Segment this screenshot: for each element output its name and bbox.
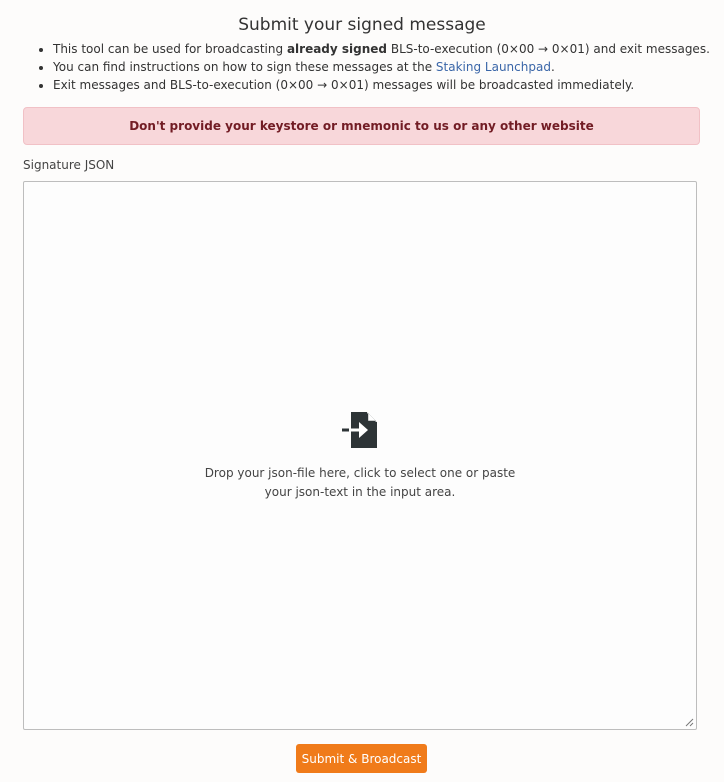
- info-list: This tool can be used for broadcasting a…: [30, 40, 710, 94]
- staking-launchpad-link[interactable]: Staking Launchpad: [436, 60, 551, 74]
- page-title: Submit your signed message: [238, 15, 486, 35]
- dropzone-instructions: Drop your json-file here, click to selec…: [204, 466, 516, 499]
- file-import-icon: [340, 410, 380, 450]
- signature-json-label: Signature JSON: [23, 158, 115, 172]
- submit-broadcast-button[interactable]: Submit & Broadcast: [296, 744, 427, 773]
- dropzone-content: Drop your json-file here, click to selec…: [24, 410, 696, 502]
- warning-alert: Don't provide your keystore or mnemonic …: [23, 107, 700, 145]
- info-bold-text: already signed: [286, 42, 388, 56]
- signature-json-dropzone[interactable]: Drop your json-file here, click to selec…: [23, 181, 697, 730]
- info-item-instructions: You can find instructions on how to sign…: [53, 58, 710, 76]
- resize-handle-icon[interactable]: [684, 717, 694, 727]
- page: Submit your signed message This tool can…: [0, 0, 724, 782]
- info-item-broadcast: This tool can be used for broadcasting a…: [53, 40, 710, 58]
- info-item-immediate: Exit messages and BLS-to-execution (0×00…: [53, 76, 710, 94]
